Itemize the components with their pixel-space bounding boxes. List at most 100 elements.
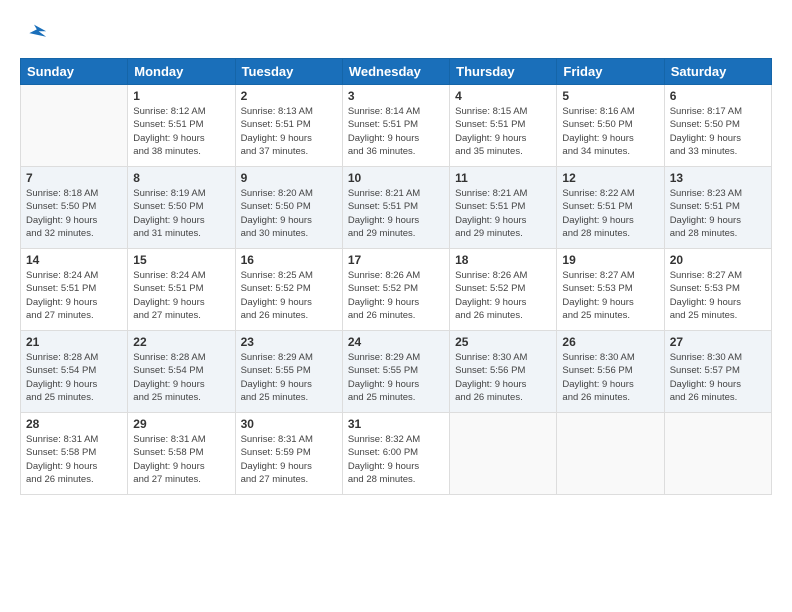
day-info: Sunrise: 8:26 AMSunset: 5:52 PMDaylight:… bbox=[455, 269, 551, 322]
day-number: 13 bbox=[670, 171, 766, 185]
calendar-cell: 11 Sunrise: 8:21 AMSunset: 5:51 PMDayligh… bbox=[450, 167, 557, 249]
day-info: Sunrise: 8:15 AMSunset: 5:51 PMDaylight:… bbox=[455, 105, 551, 158]
calendar-cell: 5 Sunrise: 8:16 AMSunset: 5:50 PMDaylight… bbox=[557, 85, 664, 167]
day-number: 27 bbox=[670, 335, 766, 349]
day-info: Sunrise: 8:31 AMSunset: 5:58 PMDaylight:… bbox=[26, 433, 122, 486]
calendar-cell: 24Sunrise: 8:29 AMSunset: 5:55 PMDayligh… bbox=[342, 331, 449, 413]
calendar-week-row: 7 Sunrise: 8:18 AMSunset: 5:50 PMDaylight… bbox=[21, 167, 772, 249]
day-info: Sunrise: 8:24 AMSunset: 5:51 PMDaylight:… bbox=[26, 269, 122, 322]
column-header-saturday: Saturday bbox=[664, 59, 771, 85]
day-number: 9 bbox=[241, 171, 337, 185]
day-info: Sunrise: 8:20 AMSunset: 5:50 PMDaylight:… bbox=[241, 187, 337, 240]
day-number: 10 bbox=[348, 171, 444, 185]
calendar-cell: 12Sunrise: 8:22 AMSunset: 5:51 PMDayligh… bbox=[557, 167, 664, 249]
calendar-cell: 21 Sunrise: 8:28 AMSunset: 5:54 PMDayligh… bbox=[21, 331, 128, 413]
calendar-cell: 10 Sunrise: 8:21 AMSunset: 5:51 PMDayligh… bbox=[342, 167, 449, 249]
day-info: Sunrise: 8:21 AMSunset: 5:51 PMDaylight:… bbox=[455, 187, 551, 240]
day-number: 21 bbox=[26, 335, 122, 349]
calendar-cell: 15Sunrise: 8:24 AMSunset: 5:51 PMDayligh… bbox=[128, 249, 235, 331]
day-info: Sunrise: 8:29 AMSunset: 5:55 PMDaylight:… bbox=[348, 351, 444, 404]
calendar-week-row: 21 Sunrise: 8:28 AMSunset: 5:54 PMDayligh… bbox=[21, 331, 772, 413]
day-info: Sunrise: 8:27 AMSunset: 5:53 PMDaylight:… bbox=[562, 269, 658, 322]
day-info: Sunrise: 8:25 AMSunset: 5:52 PMDaylight:… bbox=[241, 269, 337, 322]
day-info: Sunrise: 8:19 AMSunset: 5:50 PMDaylight:… bbox=[133, 187, 229, 240]
calendar-cell bbox=[450, 413, 557, 495]
calendar-cell bbox=[557, 413, 664, 495]
calendar-cell: 3Sunrise: 8:14 AMSunset: 5:51 PMDaylight… bbox=[342, 85, 449, 167]
day-info: Sunrise: 8:12 AMSunset: 5:51 PMDaylight:… bbox=[133, 105, 229, 158]
calendar-cell: 30 Sunrise: 8:31 AMSunset: 5:59 PMDayligh… bbox=[235, 413, 342, 495]
calendar-cell: 16 Sunrise: 8:25 AMSunset: 5:52 PMDayligh… bbox=[235, 249, 342, 331]
day-number: 16 bbox=[241, 253, 337, 267]
day-number: 22 bbox=[133, 335, 229, 349]
day-info: Sunrise: 8:31 AMSunset: 5:59 PMDaylight:… bbox=[241, 433, 337, 486]
calendar-cell: 17 Sunrise: 8:26 AMSunset: 5:52 PMDayligh… bbox=[342, 249, 449, 331]
day-info: Sunrise: 8:16 AMSunset: 5:50 PMDaylight:… bbox=[562, 105, 658, 158]
day-info: Sunrise: 8:24 AMSunset: 5:51 PMDaylight:… bbox=[133, 269, 229, 322]
calendar-cell: 8 Sunrise: 8:19 AMSunset: 5:50 PMDaylight… bbox=[128, 167, 235, 249]
day-info: Sunrise: 8:22 AMSunset: 5:51 PMDaylight:… bbox=[562, 187, 658, 240]
calendar-cell: 14Sunrise: 8:24 AMSunset: 5:51 PMDayligh… bbox=[21, 249, 128, 331]
day-info: Sunrise: 8:14 AMSunset: 5:51 PMDaylight:… bbox=[348, 105, 444, 158]
day-info: Sunrise: 8:13 AMSunset: 5:51 PMDaylight:… bbox=[241, 105, 337, 158]
day-number: 28 bbox=[26, 417, 122, 431]
calendar-cell: 22Sunrise: 8:28 AMSunset: 5:54 PMDayligh… bbox=[128, 331, 235, 413]
column-header-tuesday: Tuesday bbox=[235, 59, 342, 85]
day-number: 25 bbox=[455, 335, 551, 349]
column-header-thursday: Thursday bbox=[450, 59, 557, 85]
day-number: 31 bbox=[348, 417, 444, 431]
calendar-cell bbox=[664, 413, 771, 495]
calendar-cell: 2 Sunrise: 8:13 AMSunset: 5:51 PMDaylight… bbox=[235, 85, 342, 167]
calendar-week-row: 28 Sunrise: 8:31 AMSunset: 5:58 PMDayligh… bbox=[21, 413, 772, 495]
calendar-cell: 29Sunrise: 8:31 AMSunset: 5:58 PMDayligh… bbox=[128, 413, 235, 495]
calendar-week-row: 14Sunrise: 8:24 AMSunset: 5:51 PMDayligh… bbox=[21, 249, 772, 331]
calendar-cell: 18 Sunrise: 8:26 AMSunset: 5:52 PMDayligh… bbox=[450, 249, 557, 331]
calendar-cell: 9 Sunrise: 8:20 AMSunset: 5:50 PMDaylight… bbox=[235, 167, 342, 249]
column-header-monday: Monday bbox=[128, 59, 235, 85]
day-number: 11 bbox=[455, 171, 551, 185]
day-number: 2 bbox=[241, 89, 337, 103]
column-header-friday: Friday bbox=[557, 59, 664, 85]
calendar-cell: 1 Sunrise: 8:12 AMSunset: 5:51 PMDaylight… bbox=[128, 85, 235, 167]
calendar-table: SundayMondayTuesdayWednesdayThursdayFrid… bbox=[20, 58, 772, 495]
day-info: Sunrise: 8:30 AMSunset: 5:56 PMDaylight:… bbox=[455, 351, 551, 404]
day-number: 23 bbox=[241, 335, 337, 349]
day-number: 4 bbox=[455, 89, 551, 103]
day-info: Sunrise: 8:21 AMSunset: 5:51 PMDaylight:… bbox=[348, 187, 444, 240]
day-info: Sunrise: 8:27 AMSunset: 5:53 PMDaylight:… bbox=[670, 269, 766, 322]
calendar-cell: 6 Sunrise: 8:17 AMSunset: 5:50 PMDaylight… bbox=[664, 85, 771, 167]
day-info: Sunrise: 8:28 AMSunset: 5:54 PMDaylight:… bbox=[26, 351, 122, 404]
calendar-cell: 13 Sunrise: 8:23 AMSunset: 5:51 PMDayligh… bbox=[664, 167, 771, 249]
day-number: 30 bbox=[241, 417, 337, 431]
calendar-cell: 4 Sunrise: 8:15 AMSunset: 5:51 PMDaylight… bbox=[450, 85, 557, 167]
calendar-cell: 23 Sunrise: 8:29 AMSunset: 5:55 PMDayligh… bbox=[235, 331, 342, 413]
day-number: 17 bbox=[348, 253, 444, 267]
calendar-cell: 28 Sunrise: 8:31 AMSunset: 5:58 PMDayligh… bbox=[21, 413, 128, 495]
day-info: Sunrise: 8:30 AMSunset: 5:56 PMDaylight:… bbox=[562, 351, 658, 404]
day-info: Sunrise: 8:23 AMSunset: 5:51 PMDaylight:… bbox=[670, 187, 766, 240]
day-info: Sunrise: 8:29 AMSunset: 5:55 PMDaylight:… bbox=[241, 351, 337, 404]
day-info: Sunrise: 8:26 AMSunset: 5:52 PMDaylight:… bbox=[348, 269, 444, 322]
day-number: 6 bbox=[670, 89, 766, 103]
calendar-cell: 20 Sunrise: 8:27 AMSunset: 5:53 PMDayligh… bbox=[664, 249, 771, 331]
day-number: 1 bbox=[133, 89, 229, 103]
day-number: 7 bbox=[26, 171, 122, 185]
day-info: Sunrise: 8:17 AMSunset: 5:50 PMDaylight:… bbox=[670, 105, 766, 158]
calendar-header-row: SundayMondayTuesdayWednesdayThursdayFrid… bbox=[21, 59, 772, 85]
calendar-cell: 27Sunrise: 8:30 AMSunset: 5:57 PMDayligh… bbox=[664, 331, 771, 413]
day-number: 5 bbox=[562, 89, 658, 103]
day-number: 29 bbox=[133, 417, 229, 431]
day-number: 8 bbox=[133, 171, 229, 185]
day-info: Sunrise: 8:18 AMSunset: 5:50 PMDaylight:… bbox=[26, 187, 122, 240]
day-number: 18 bbox=[455, 253, 551, 267]
calendar-week-row: 1 Sunrise: 8:12 AMSunset: 5:51 PMDaylight… bbox=[21, 85, 772, 167]
calendar-cell: 31Sunrise: 8:32 AMSunset: 6:00 PMDayligh… bbox=[342, 413, 449, 495]
calendar-cell: 7 Sunrise: 8:18 AMSunset: 5:50 PMDaylight… bbox=[21, 167, 128, 249]
column-header-sunday: Sunday bbox=[21, 59, 128, 85]
day-number: 19 bbox=[562, 253, 658, 267]
logo-icon bbox=[20, 20, 48, 48]
calendar-cell: 26Sunrise: 8:30 AMSunset: 5:56 PMDayligh… bbox=[557, 331, 664, 413]
column-header-wednesday: Wednesday bbox=[342, 59, 449, 85]
day-number: 20 bbox=[670, 253, 766, 267]
calendar-cell: 25 Sunrise: 8:30 AMSunset: 5:56 PMDayligh… bbox=[450, 331, 557, 413]
